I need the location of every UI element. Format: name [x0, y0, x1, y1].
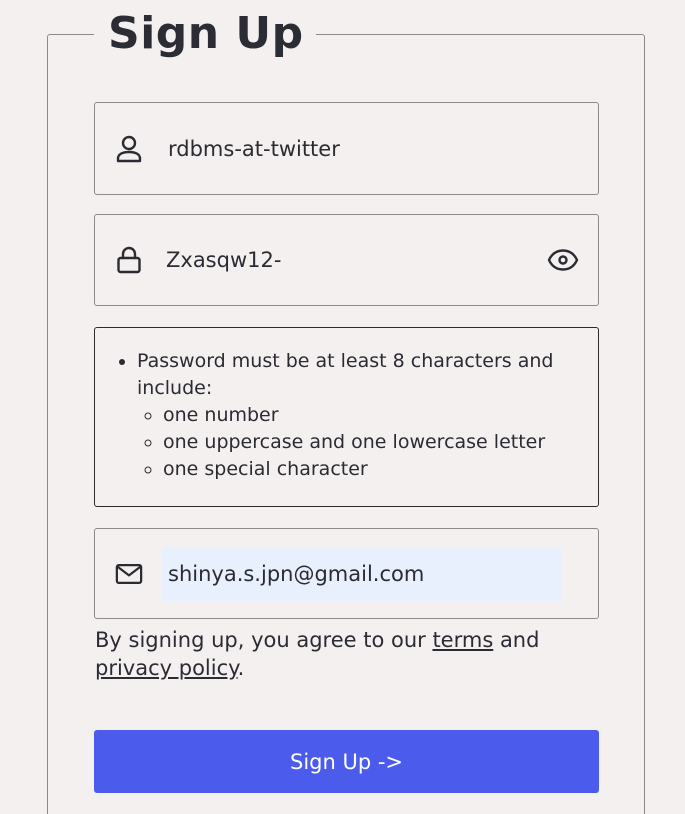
password-input[interactable] [164, 247, 528, 273]
eye-icon[interactable] [546, 245, 580, 275]
username-field[interactable] [94, 102, 599, 195]
requirement-item: one number [163, 402, 574, 429]
requirement-intro-text: Password must be at least 8 characters a… [137, 350, 554, 399]
requirement-intro: Password must be at least 8 characters a… [137, 348, 574, 483]
terms-prefix: By signing up, you agree to our [95, 628, 433, 652]
email-input[interactable] [166, 560, 560, 587]
signup-page: Sign Up Passwo [0, 0, 685, 814]
page-title: Sign Up [108, 8, 304, 59]
terms-link[interactable]: terms [432, 628, 493, 652]
lock-icon [115, 246, 143, 274]
terms-suffix: . [237, 656, 245, 680]
email-field[interactable] [94, 528, 599, 619]
privacy-policy-link[interactable]: privacy policy [95, 656, 238, 680]
requirement-item: one special character [163, 456, 574, 483]
username-input[interactable] [166, 135, 570, 162]
sign-up-button[interactable]: Sign Up -> [94, 730, 599, 793]
user-icon [115, 135, 143, 163]
requirements-list: Password must be at least 8 characters a… [109, 348, 574, 483]
password-field[interactable] [94, 214, 599, 306]
requirement-item: one uppercase and one lowercase letter [163, 429, 574, 456]
requirement-sublist: one number one uppercase and one lowerca… [137, 402, 574, 483]
terms-notice: By signing up, you agree to our terms an… [95, 626, 595, 682]
password-requirements: Password must be at least 8 characters a… [94, 327, 599, 507]
terms-middle: and [493, 628, 540, 652]
mail-icon [115, 560, 143, 588]
